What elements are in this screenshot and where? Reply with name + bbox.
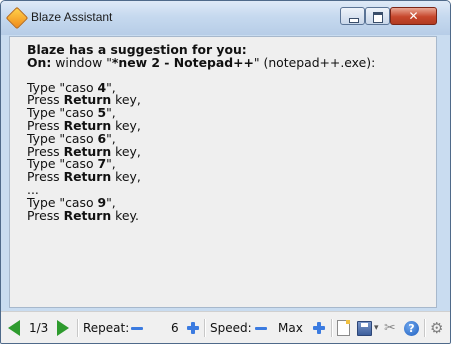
repeat-decrease-button[interactable] xyxy=(131,312,143,343)
step-text-suffix: key, xyxy=(111,169,141,185)
toolbar-divider xyxy=(331,319,332,337)
tools-icon: ✂ xyxy=(384,320,396,336)
settings-button[interactable]: ⚙ xyxy=(430,312,444,343)
step-text-suffix: key. xyxy=(111,207,139,223)
on-prefix: window " xyxy=(51,54,112,70)
next-arrow-icon xyxy=(57,320,69,336)
repeat-increase-button[interactable] xyxy=(187,312,199,343)
window-title: Blaze Assistant xyxy=(31,10,113,24)
step-line: Press Return key, xyxy=(27,169,375,185)
tools-button[interactable]: ✂ xyxy=(384,312,396,343)
previous-button[interactable] xyxy=(8,312,20,343)
next-button[interactable] xyxy=(57,312,69,343)
help-icon: ? xyxy=(404,320,419,336)
on-suffix: " (notepad++.exe): xyxy=(253,54,376,70)
app-diamond-icon xyxy=(5,6,29,30)
speed-value[interactable]: Max xyxy=(278,312,303,343)
page-indicator: 1/3 xyxy=(29,321,49,335)
previous-arrow-icon xyxy=(8,320,20,336)
minus-icon xyxy=(131,326,143,330)
step-emphasis: Return xyxy=(63,169,112,185)
chevron-down-icon: ▾ xyxy=(374,323,379,333)
title-bar[interactable]: Blaze Assistant ✕ xyxy=(1,1,450,35)
step-emphasis: Return xyxy=(63,207,112,223)
minimize-button[interactable] xyxy=(340,7,365,25)
save-icon xyxy=(357,320,372,336)
step-line: Press Return key. xyxy=(27,207,375,223)
step-list: Type "caso 4", Press Return key, Type "cas… xyxy=(27,81,375,223)
close-icon: ✕ xyxy=(408,9,419,23)
suggestion-text: Blaze has a suggestion for you: On: wind… xyxy=(27,43,376,223)
toolbar-divider xyxy=(204,319,205,337)
new-document-icon xyxy=(337,320,350,336)
window-name: *new 2 - Notepad++ xyxy=(111,54,254,70)
toolbar-divider xyxy=(424,319,425,337)
close-button[interactable]: ✕ xyxy=(390,7,437,25)
repeat-value[interactable]: 6 xyxy=(171,312,179,343)
speed-label: Speed: xyxy=(210,321,252,335)
speed-decrease-button[interactable] xyxy=(255,312,267,343)
on-label: On: xyxy=(27,54,52,70)
save-dropdown-button[interactable]: ▾ xyxy=(374,312,379,343)
help-button[interactable]: ? xyxy=(404,312,419,343)
suggestion-panel: Blaze has a suggestion for you: On: wind… xyxy=(9,36,437,308)
toolbar-divider xyxy=(77,319,78,337)
target-window-line: On: window "*new 2 - Notepad++" (notepad… xyxy=(27,54,376,70)
speed-increase-button[interactable] xyxy=(313,312,325,343)
maximize-button[interactable] xyxy=(365,7,390,25)
plus-icon xyxy=(313,322,325,334)
plus-icon xyxy=(187,322,199,334)
step-text: Press xyxy=(27,207,64,223)
save-button[interactable] xyxy=(357,312,372,343)
minus-icon xyxy=(255,326,267,330)
blaze-assistant-window: Blaze Assistant ✕ Blaze has a suggestion… xyxy=(0,0,451,344)
bottom-toolbar: 1/3 Repeat: 6 Speed: Max ▾ ✂ ? ⚙ xyxy=(1,311,450,343)
gear-icon: ⚙ xyxy=(430,319,444,337)
repeat-label: Repeat: xyxy=(83,321,130,335)
new-document-button[interactable] xyxy=(337,312,350,343)
